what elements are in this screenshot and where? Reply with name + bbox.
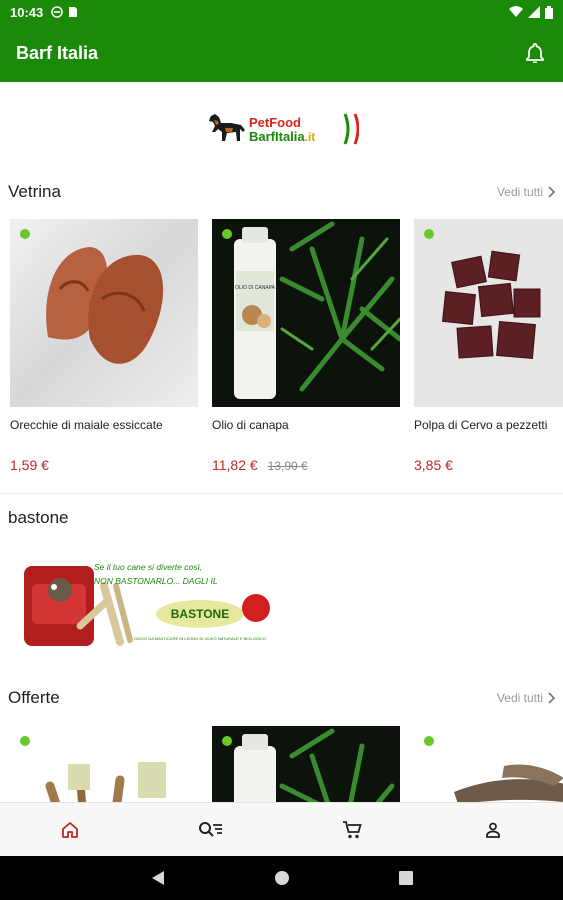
- see-all-vetrina-link[interactable]: Vedi tutti: [497, 185, 555, 199]
- product-label-text: OLIO DI CANAPA: [235, 285, 276, 291]
- product-name: Polpa di Cervo a pezzetti: [414, 418, 548, 432]
- product-price: 11,82 €: [212, 457, 258, 473]
- sim-icon: [69, 7, 78, 17]
- section-header-vetrina: Vetrina Vedi tutti: [8, 180, 555, 204]
- logo-line1: PetFood: [249, 115, 301, 130]
- chevron-right-icon: [548, 186, 555, 198]
- app-title: Barf Italia: [16, 42, 99, 63]
- banner-brand: BASTONE: [171, 607, 229, 621]
- home-circle-icon: [274, 871, 289, 885]
- section-title-vetrina: Vetrina: [8, 182, 61, 201]
- logo-text: PetFood BarfItalia.it: [249, 115, 316, 145]
- see-all-offerte-link[interactable]: Vedi tutti: [497, 691, 555, 705]
- battery-icon: [545, 5, 553, 19]
- search-filter-icon: [199, 821, 223, 837]
- dog-icon: [209, 114, 245, 141]
- banner-line2: NON BASTONARLO... DAGLI IL: [94, 576, 218, 586]
- availability-dot: [222, 229, 232, 239]
- see-all-label: Vedi tutti: [496, 185, 543, 199]
- offer-card[interactable]: [10, 726, 200, 802]
- recents-square-icon: [398, 871, 413, 885]
- availability-dot: [20, 736, 30, 746]
- see-all-label: Vedi tutti: [496, 691, 543, 705]
- dried-meat-image: [454, 764, 563, 802]
- hemp-oil-image: OLIO DI CANAPA: [234, 221, 400, 399]
- app-bar: Barf Italia: [0, 24, 563, 82]
- product-price: 1,59 €: [10, 457, 49, 473]
- notifications-button[interactable]: [523, 41, 547, 65]
- section-header-bastone: bastone: [8, 506, 555, 530]
- wifi-icon: [509, 6, 523, 18]
- product-card[interactable]: Orecchie di maiale essiccate 1,59 €: [10, 219, 200, 473]
- status-bar: 10:43: [0, 0, 563, 24]
- availability-dot: [20, 229, 30, 239]
- status-time: 10:43: [10, 4, 44, 20]
- nav-search-button[interactable]: [141, 803, 282, 856]
- logo-suffix: .it: [304, 130, 316, 144]
- nav-profile-button[interactable]: [422, 803, 563, 856]
- back-triangle-icon: [151, 871, 164, 885]
- section-divider: [0, 493, 563, 494]
- bastone-banner-image: Se il tuo cane si diverte così, NON BAST…: [24, 562, 270, 646]
- system-recents-button[interactable]: [394, 866, 418, 890]
- italy-flag-stripes: [343, 113, 359, 145]
- bastone-banner[interactable]: Se il tuo cane si diverte così, NON BAST…: [20, 556, 276, 656]
- section-title-bastone: bastone: [8, 508, 69, 527]
- home-content[interactable]: PetFood BarfItalia.it Vetrina Vedi tutti: [0, 82, 563, 802]
- nav-home-button[interactable]: [0, 803, 141, 856]
- home-icon: [62, 821, 79, 838]
- product-price: 3,85 €: [414, 457, 453, 473]
- product-image-hemp-oil: OLIO DI CANAPA: [212, 219, 400, 407]
- offer-card[interactable]: [212, 726, 402, 802]
- profile-icon: [485, 822, 500, 838]
- product-name: Orecchie di maiale essiccate: [10, 418, 163, 432]
- pig-ears-image: [46, 247, 164, 364]
- sticks-image: [45, 762, 166, 802]
- offer-image-sticks: [10, 726, 198, 802]
- cart-icon: [342, 820, 362, 838]
- signal-icon: [528, 6, 540, 18]
- offer-card[interactable]: [414, 726, 563, 802]
- chevron-right-icon: [548, 692, 555, 704]
- availability-dot: [424, 736, 434, 746]
- section-header-offerte: Offerte Vedi tutti: [8, 686, 555, 710]
- system-home-button[interactable]: [270, 866, 294, 890]
- offer-image-dried: [414, 726, 563, 802]
- system-navigation-bar: [0, 856, 563, 900]
- product-old-price: 13,90 €: [267, 459, 308, 473]
- availability-dot: [222, 736, 232, 746]
- product-card[interactable]: OLIO DI CANAPA Olio di canapa 11,82 € 13…: [212, 219, 402, 473]
- product-image-pig-ears: [10, 219, 198, 407]
- section-title-offerte: Offerte: [8, 688, 60, 707]
- offer-image-hemp-oil: [212, 726, 400, 802]
- system-back-button[interactable]: [146, 866, 170, 890]
- availability-dot: [424, 229, 434, 239]
- hemp-oil-image: [234, 728, 395, 802]
- product-image-venison: [414, 219, 563, 407]
- product-name: Olio di canapa: [212, 418, 289, 432]
- venison-image: [441, 250, 541, 360]
- banner-small: GIOCO DA MASTICARE IN LEGNO DI ULIVO NAT…: [134, 636, 266, 641]
- banner-line1: Se il tuo cane si diverte così,: [94, 562, 202, 572]
- bell-icon: [526, 43, 544, 63]
- nav-cart-button[interactable]: [282, 803, 423, 856]
- bottom-navigation: [0, 802, 563, 856]
- sync-icon: [51, 6, 64, 18]
- product-card[interactable]: Polpa di Cervo a pezzetti 3,85 €: [414, 219, 563, 473]
- logo-line2: BarfItalia: [249, 129, 305, 144]
- brand-logo: PetFood BarfItalia.it: [205, 110, 360, 152]
